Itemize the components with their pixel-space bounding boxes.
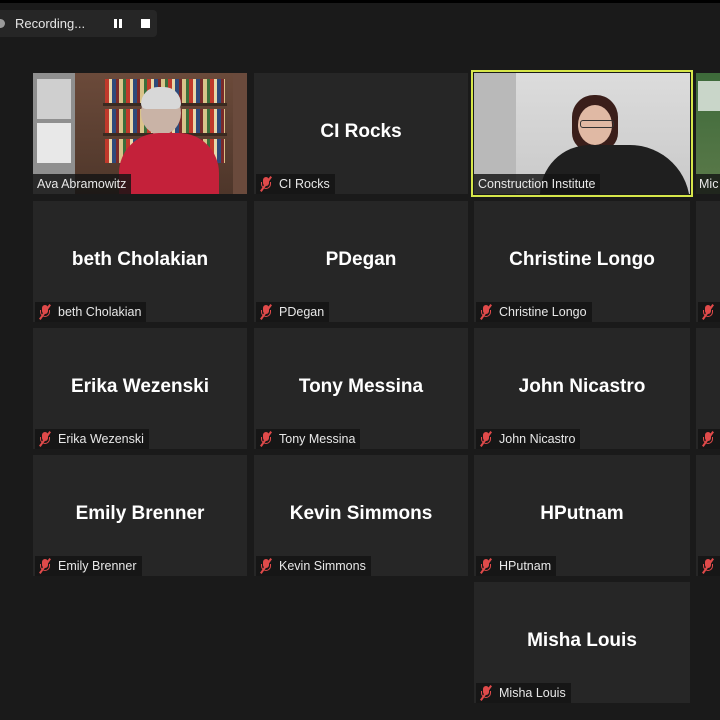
participant-tile-emily-brenner[interactable]: Emily Brenner Emily Brenner xyxy=(33,455,247,576)
participant-name-label: PDegan xyxy=(256,302,330,322)
participant-display-name: Kevin Simmons xyxy=(289,502,433,524)
participant-tile-partial[interactable] xyxy=(696,455,720,576)
recording-dot-icon xyxy=(0,19,5,28)
participant-display-name: John Nicastro xyxy=(518,375,646,397)
participant-tile-partial[interactable] xyxy=(696,201,720,322)
muted-mic-icon xyxy=(39,431,51,447)
participant-tile-misha-louis[interactable]: Misha Louis Misha Louis xyxy=(474,582,690,703)
muted-mic-icon xyxy=(260,176,272,192)
participant-tile-john-nicastro[interactable]: John Nicastro John Nicastro xyxy=(474,328,690,449)
participant-name-label: HPutnam xyxy=(476,556,557,576)
participant-name-label xyxy=(698,429,720,449)
muted-mic-icon xyxy=(480,558,492,574)
muted-mic-icon xyxy=(702,431,714,447)
muted-mic-icon xyxy=(260,558,272,574)
participant-tile-ci-rocks[interactable]: CI Rocks CI Rocks xyxy=(254,73,468,194)
muted-mic-icon xyxy=(39,304,51,320)
recording-status: Recording... xyxy=(15,16,86,31)
participant-display-name: Erika Wezenski xyxy=(70,375,209,397)
participant-name-label: Emily Brenner xyxy=(35,556,142,576)
muted-mic-icon xyxy=(480,304,492,320)
participant-tile-pdegan[interactable]: PDegan PDegan xyxy=(254,201,468,322)
participant-tile-partial[interactable] xyxy=(696,328,720,449)
muted-mic-icon xyxy=(260,304,272,320)
muted-mic-icon xyxy=(480,431,492,447)
participant-name-label: Construction Institute xyxy=(474,174,601,194)
participant-name-label xyxy=(698,556,720,576)
participant-display-name: Misha Louis xyxy=(527,629,637,651)
muted-mic-icon xyxy=(260,431,272,447)
participant-name-label: CI Rocks xyxy=(256,174,335,194)
participant-name-label xyxy=(698,302,720,322)
participant-name-label: beth Cholakian xyxy=(35,302,147,322)
participant-display-name: Christine Longo xyxy=(509,248,655,270)
participant-tile-ava-abramowitz[interactable]: Ava Abramowitz xyxy=(33,73,247,194)
window-top-edge xyxy=(0,0,720,3)
participant-tile-tony-messina[interactable]: Tony Messina Tony Messina xyxy=(254,328,468,449)
muted-mic-icon xyxy=(39,558,51,574)
participant-display-name: Emily Brenner xyxy=(75,502,205,524)
participant-name-label: Kevin Simmons xyxy=(256,556,371,576)
muted-mic-icon xyxy=(702,304,714,320)
participant-name-label: Ava Abramowitz xyxy=(33,174,132,194)
participant-name-label: John Nicastro xyxy=(476,429,581,449)
participant-display-name: PDegan xyxy=(325,248,397,270)
participant-display-name: HPutnam xyxy=(540,502,624,524)
participant-tile-beth-cholakian[interactable]: beth Cholakian beth Cholakian xyxy=(33,201,247,322)
muted-mic-icon xyxy=(702,558,714,574)
participant-tile-hputnam[interactable]: HPutnam HPutnam xyxy=(474,455,690,576)
participant-tile-mic[interactable]: Mic xyxy=(696,73,720,194)
participant-name-label: Tony Messina xyxy=(256,429,361,449)
stop-icon[interactable] xyxy=(137,16,153,32)
muted-mic-icon xyxy=(480,685,492,701)
participant-name-label: Erika Wezenski xyxy=(35,429,149,449)
pause-icon[interactable] xyxy=(110,16,126,32)
participant-name-label: Mic xyxy=(696,174,720,194)
participant-name-label: Christine Longo xyxy=(476,302,592,322)
participant-display-name: beth Cholakian xyxy=(71,248,209,270)
participant-tile-kevin-simmons[interactable]: Kevin Simmons Kevin Simmons xyxy=(254,455,468,576)
participant-tile-christine-longo[interactable]: Christine Longo Christine Longo xyxy=(474,201,690,322)
participant-display-name: CI Rocks xyxy=(320,120,402,142)
participant-tile-erika-wezenski[interactable]: Erika Wezenski Erika Wezenski xyxy=(33,328,247,449)
participant-name-label: Misha Louis xyxy=(476,683,571,703)
recording-bar: Recording... xyxy=(0,10,157,37)
participant-display-name: Tony Messina xyxy=(298,375,424,397)
participant-tile-construction-institute[interactable]: Construction Institute xyxy=(471,70,693,197)
